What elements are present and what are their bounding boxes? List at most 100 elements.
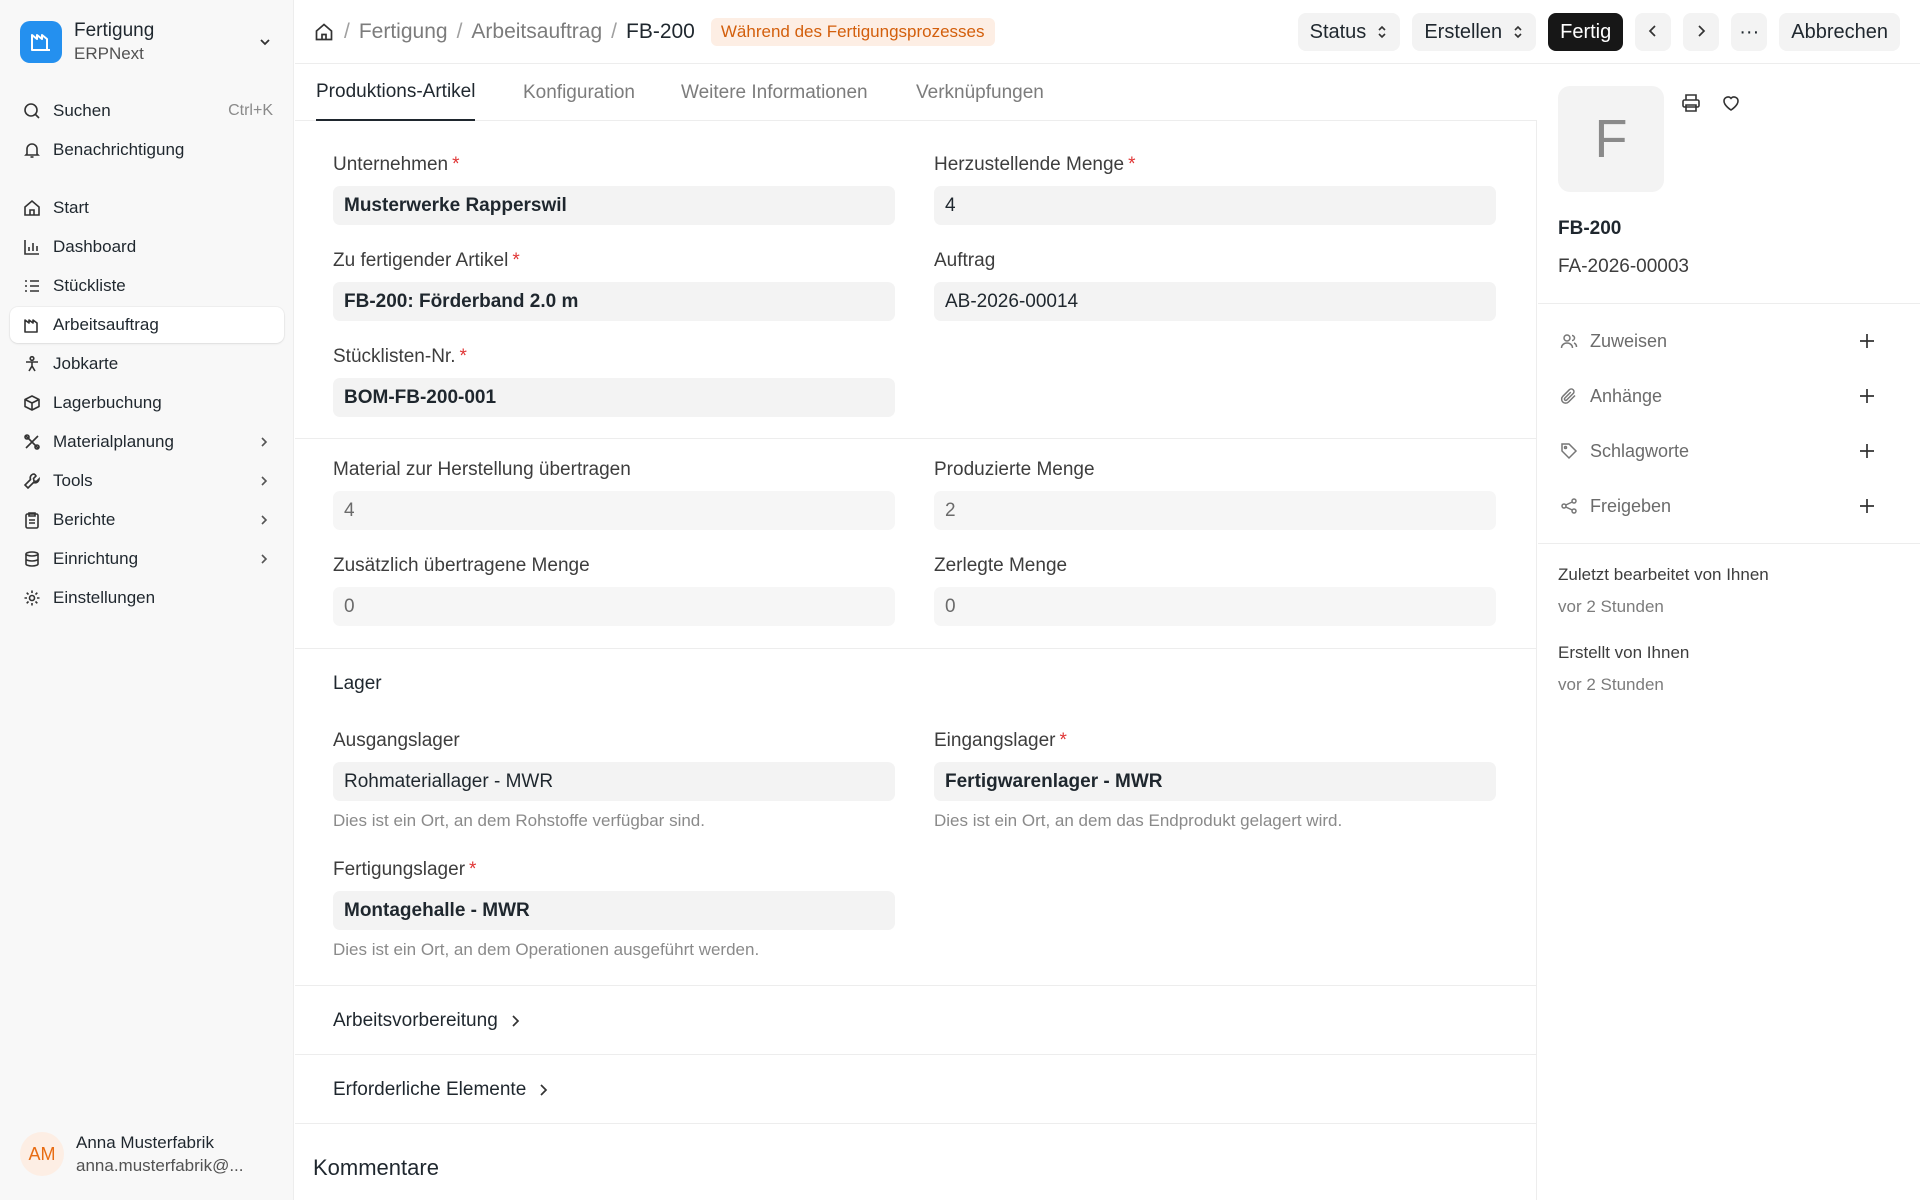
- item-label: Zu fertigender Artikel *: [333, 250, 520, 271]
- select-arrows-icon: [1376, 24, 1388, 40]
- operations-section-toggle[interactable]: Arbeitsvorbereitung: [333, 1010, 522, 1032]
- sidebar-item-start[interactable]: Start: [10, 190, 284, 226]
- required-items-section-toggle[interactable]: Erforderliche Elemente: [333, 1079, 550, 1101]
- previous-button[interactable]: [1635, 13, 1672, 51]
- sidebar-item-label: Materialplanung: [53, 432, 174, 451]
- printer-icon[interactable]: [1678, 90, 1704, 116]
- status-badge: Während des Fertigungsprozesses: [710, 18, 995, 46]
- sidebar-item-tools[interactable]: Tools: [10, 463, 284, 499]
- bom-field[interactable]: BOM-FB-200-001: [333, 378, 895, 417]
- target-warehouse-description: Dies ist ein Ort, an dem das Endprodukt …: [934, 811, 1343, 830]
- document-name: FB-200: [1558, 218, 1622, 239]
- sidebar-item-label: Berichte: [53, 510, 116, 529]
- item-field[interactable]: FB-200: Förderband 2.0 m: [333, 282, 895, 321]
- sidebar-item-label: Suchen: [53, 101, 111, 120]
- app-switcher[interactable]: Fertigung ERPNext: [20, 18, 276, 66]
- warehouse-section-title: Lager: [333, 673, 382, 694]
- heart-icon[interactable]: [1718, 90, 1744, 116]
- source-warehouse-description: Dies ist ein Ort, an dem Rohstoffe verfü…: [333, 811, 705, 830]
- assign-row[interactable]: Zuweisen: [1558, 326, 1754, 356]
- tab-weitere-informationen[interactable]: Weitere Informationen: [681, 64, 868, 121]
- qty-field[interactable]: 4: [934, 186, 1496, 225]
- tab-produktions-artikel[interactable]: Produktions-Artikel: [316, 64, 476, 121]
- person-icon: [21, 353, 43, 375]
- chevron-right-icon: [255, 550, 273, 568]
- create-button-label: Erstellen: [1424, 20, 1503, 43]
- target-warehouse-field[interactable]: Fertigwarenlager - MWR: [934, 762, 1496, 801]
- sidebar-item-label: Jobkarte: [53, 354, 119, 373]
- activity-time: vor 2 Stunden: [1558, 675, 1664, 694]
- home-icon[interactable]: [313, 21, 335, 43]
- box-icon: [21, 392, 43, 414]
- share-icon: [1558, 495, 1580, 517]
- status-dropdown-button[interactable]: Status: [1297, 13, 1401, 51]
- sidebar-item-berichte[interactable]: Berichte: [10, 502, 284, 538]
- gear-icon: [21, 587, 43, 609]
- header-actions: Status Erstellen Fertig ··· Abbrechen: [1286, 13, 1900, 51]
- sidebar-item-dashboard[interactable]: Dashboard: [10, 229, 284, 265]
- avatar: AM: [20, 1132, 64, 1176]
- breadcrumb-separator: /: [344, 20, 350, 43]
- target-warehouse-label: Eingangslager *: [934, 730, 1067, 751]
- comments-title: Kommentare: [313, 1155, 439, 1180]
- chevron-right-icon: [1694, 21, 1708, 44]
- order-field[interactable]: AB-2026-00014: [934, 282, 1496, 321]
- sidebar-item-einstellungen[interactable]: Einstellungen: [10, 580, 284, 616]
- sidebar-item-label: Dashboard: [53, 237, 137, 256]
- chevron-down-icon: [254, 31, 276, 53]
- sidebar-item-label: Start: [53, 198, 89, 217]
- produced-qty-field: 2: [934, 491, 1496, 530]
- divider: [1538, 303, 1920, 304]
- plus-icon[interactable]: [1856, 330, 1878, 352]
- wip-warehouse-field[interactable]: Montagehalle - MWR: [333, 891, 895, 930]
- clipboard-icon: [21, 509, 43, 531]
- user-menu[interactable]: AM Anna Musterfabrik anna.musterfabrik@.…: [20, 1128, 280, 1180]
- chevron-right-icon: [255, 472, 273, 490]
- sidebar-item-search[interactable]: Suchen Ctrl+K: [10, 93, 284, 129]
- sidebar-item-stueckliste[interactable]: Stückliste: [10, 268, 284, 304]
- sidebar-main-nav: Start Dashboard Stückliste Arbeitsauftra…: [10, 190, 284, 619]
- select-arrows-icon: [1512, 24, 1524, 40]
- tab-konfiguration[interactable]: Konfiguration: [523, 64, 635, 121]
- sidebar-item-label: Einstellungen: [53, 588, 156, 607]
- tab-verknuepfungen[interactable]: Verknüpfungen: [916, 64, 1044, 121]
- sidebar-item-arbeitsauftrag[interactable]: Arbeitsauftrag: [10, 307, 284, 343]
- company-field[interactable]: Musterwerke Rapperswil: [333, 186, 895, 225]
- divider: [295, 438, 1537, 439]
- sidebar-item-lagerbuchung[interactable]: Lagerbuchung: [10, 385, 284, 421]
- more-actions-button[interactable]: ···: [1731, 13, 1768, 51]
- finish-button[interactable]: Fertig: [1548, 13, 1624, 51]
- home-icon: [21, 197, 43, 219]
- breadcrumb-arbeitsauftrag[interactable]: Arbeitsauftrag: [471, 20, 602, 44]
- sidebar-item-jobkarte[interactable]: Jobkarte: [10, 346, 284, 382]
- paperclip-icon: [1558, 385, 1580, 407]
- wip-warehouse-label: Fertigungslager *: [333, 859, 477, 880]
- source-warehouse-field[interactable]: Rohmateriallager - MWR: [333, 762, 895, 801]
- plus-icon[interactable]: [1856, 495, 1878, 517]
- additional-transferred-label: Zusätzlich übertragene Menge: [333, 555, 590, 576]
- chevron-right-icon: [536, 1083, 550, 1097]
- produced-qty-label: Produzierte Menge: [934, 459, 1095, 480]
- share-label: Freigeben: [1590, 495, 1672, 516]
- next-button[interactable]: [1683, 13, 1720, 51]
- share-row[interactable]: Freigeben: [1558, 491, 1754, 521]
- bom-label: Stücklisten-Nr. *: [333, 346, 467, 367]
- plus-icon[interactable]: [1856, 440, 1878, 462]
- plus-icon[interactable]: [1856, 385, 1878, 407]
- tags-row[interactable]: Schlagworte: [1558, 436, 1754, 466]
- app-subtitle: ERPNext: [74, 44, 144, 63]
- attachments-row[interactable]: Anhänge: [1558, 381, 1754, 411]
- sidebar-item-materialplanung[interactable]: Materialplanung: [10, 424, 284, 460]
- operations-section-title: Arbeitsvorbereitung: [333, 1010, 498, 1031]
- page-header: / Fertigung / Arbeitsauftrag / FB-200 Wä…: [295, 0, 1920, 64]
- status-button-label: Status: [1309, 20, 1367, 43]
- order-label: Auftrag: [934, 250, 996, 271]
- cancel-button[interactable]: Abbrechen: [1779, 13, 1900, 51]
- required-items-section-title: Erforderliche Elemente: [333, 1079, 527, 1100]
- sidebar-item-label: Stückliste: [53, 276, 126, 295]
- sidebar-item-notifications[interactable]: Benachrichtigung: [10, 132, 284, 168]
- sidebar-item-einrichtung[interactable]: Einrichtung: [10, 541, 284, 577]
- breadcrumb-fertigung[interactable]: Fertigung: [359, 20, 448, 44]
- list-icon: [21, 275, 43, 297]
- create-dropdown-button[interactable]: Erstellen: [1412, 13, 1537, 51]
